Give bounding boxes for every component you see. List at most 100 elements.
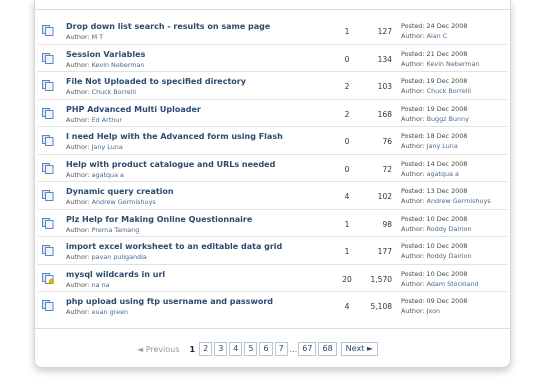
last-post-author-link[interactable]: Kevin Neberman xyxy=(427,60,480,68)
topic-title-link[interactable]: Session Variables xyxy=(66,50,145,59)
last-post-author-label: Author: xyxy=(401,114,425,123)
reply-count: 1 xyxy=(344,27,350,36)
last-post-author-label: Author: xyxy=(401,197,425,205)
last-post-date: Posted: 24 Dec 2008 xyxy=(401,22,468,30)
last-post-author-link[interactable]: Roddy Dairion xyxy=(427,225,472,233)
last-post-date: Posted: 10 Dec 2008 xyxy=(401,269,468,278)
last-post: Posted: 10 Dec 2008 Author: Roddy Dairio… xyxy=(401,215,472,233)
topic-title-link[interactable]: php upload using ftp username and passwo… xyxy=(66,297,273,306)
author-name-link[interactable]: Kevin Neberman xyxy=(92,61,145,69)
last-post-author: Author: Roddy Dairion xyxy=(401,225,472,233)
topic-title-link[interactable]: Dynamic query creation xyxy=(66,187,174,196)
author-name-link[interactable]: euan green xyxy=(92,308,128,316)
last-post-author: Author: Buggz Bunny xyxy=(401,115,469,123)
footer-divider xyxy=(35,328,510,329)
last-post-author-label: Author: xyxy=(401,142,425,150)
author-name-link[interactable]: Prerna Tamang xyxy=(92,226,140,234)
topic-author: Author: Chuck Borrelli xyxy=(66,88,136,96)
last-post-date: Posted: 18 Dec 2008 xyxy=(401,132,468,140)
topic-title-link[interactable]: Plz Help for Making Online Questionnaire xyxy=(66,215,252,224)
last-post: Posted: 18 Dec 2008 Author: Jany Luna xyxy=(401,132,467,150)
last-post-author-link[interactable]: Buggz Bunny xyxy=(427,115,469,123)
author-name-link[interactable]: na na xyxy=(92,281,110,289)
author-label: Author: xyxy=(66,88,90,96)
reply-count: 0 xyxy=(344,137,350,146)
topic-author: Author: na na xyxy=(66,281,110,289)
topic-row: Drop down list search - results on same … xyxy=(38,17,507,45)
last-post-author-label: Author: xyxy=(401,32,425,40)
author-name-link[interactable]: Jany Luna xyxy=(92,143,123,151)
topic-author: Author: Ed Arthur xyxy=(66,116,122,124)
last-post: Posted: 10 Dec 2008 Author: Adam Stockla… xyxy=(401,270,479,288)
last-post-author: Author: Alan C xyxy=(401,32,467,40)
topic-title-link[interactable]: Help with product catalogue and URLs nee… xyxy=(66,160,275,169)
author-name-link[interactable]: Chuck Borrelli xyxy=(92,88,136,96)
topic-title-link[interactable]: File Not Uploaded to specified directory xyxy=(66,77,246,86)
author-name-link[interactable]: Ed Arthur xyxy=(92,116,122,124)
page-button[interactable]: 67 xyxy=(298,342,317,356)
author-label: Author: xyxy=(66,198,90,206)
topic-title-link[interactable]: PHP Advanced Multi Uploader xyxy=(66,105,201,114)
last-post-author-label: Author: xyxy=(401,279,425,288)
page-button[interactable]: 4 xyxy=(229,342,243,356)
author-label: Author: xyxy=(66,308,90,316)
last-post-author-link[interactable]: Adam Stockland xyxy=(427,280,479,288)
topic-author: Author: euan green xyxy=(66,308,128,316)
topic-title-link[interactable]: Drop down list search - results on same … xyxy=(66,22,270,31)
document-icon xyxy=(42,107,54,119)
page-button[interactable]: 6 xyxy=(259,342,273,356)
page-button[interactable]: 68 xyxy=(318,342,337,356)
reply-count: 0 xyxy=(344,164,350,174)
last-post-author: Author: Chuck Borrelli xyxy=(401,87,471,95)
document-icon xyxy=(42,135,54,146)
last-post-author-link[interactable]: Andrew Germishuys xyxy=(427,197,491,205)
last-post-date: Posted: 21 Dec 2008 xyxy=(401,49,468,58)
document-icon xyxy=(42,217,54,229)
tail-page-buttons: 67 68 xyxy=(298,342,338,356)
document-icon xyxy=(42,52,54,64)
topic-author: Author: Jany Luna xyxy=(66,143,123,151)
next-button[interactable]: Next ► xyxy=(340,342,379,356)
topic-rows: Drop down list search - results on same … xyxy=(38,17,507,320)
topic-title-link[interactable]: I need Help with the Advanced form using… xyxy=(66,132,283,141)
author-name-link[interactable]: pavan puligandla xyxy=(92,253,147,261)
view-count: 102 xyxy=(377,192,392,201)
reply-count: 4 xyxy=(344,192,350,201)
page-button[interactable]: 5 xyxy=(244,342,258,356)
last-post-author-link[interactable]: Jxon xyxy=(427,307,440,315)
author-label: Author: xyxy=(66,225,90,234)
topic-title-link[interactable]: import excel worksheet to an editable da… xyxy=(66,242,282,251)
last-post-author-link[interactable]: agatqua a xyxy=(427,170,459,178)
view-count: 98 xyxy=(382,219,392,229)
topic-row: Help with product catalogue and URLs nee… xyxy=(38,155,507,182)
last-post: Posted: 10 Dec 2008 Author: Roddy Dairio… xyxy=(401,242,472,260)
view-count: 1,570 xyxy=(370,274,392,284)
document-icon xyxy=(42,80,54,91)
pagination-ellipsis: ... xyxy=(289,344,298,354)
last-post-author: Author: Jxon xyxy=(401,307,467,315)
last-post-author: Author: Jany Luna xyxy=(401,142,467,150)
last-post: Posted: 14 Dec 2008 Author: agatqua a xyxy=(401,160,467,178)
page-button[interactable]: 7 xyxy=(274,342,288,356)
author-label: Author: xyxy=(66,60,90,69)
author-label: Author: xyxy=(66,115,90,124)
author-name-link[interactable]: M T xyxy=(92,33,103,41)
topic-row: Dynamic query creation Author: Andrew Ge… xyxy=(38,182,507,210)
last-post-author-link[interactable]: Jany Luna xyxy=(427,142,458,150)
last-post-author-link[interactable]: Alan C xyxy=(427,32,448,40)
last-post-author-link[interactable]: Roddy Dairion xyxy=(427,252,472,260)
topic-title-link[interactable]: mysql wildcards in url xyxy=(66,270,165,279)
page-button[interactable]: 3 xyxy=(214,342,228,356)
author-label: Author: xyxy=(66,170,90,179)
reply-count: 1 xyxy=(344,219,350,229)
author-name-link[interactable]: agatqua a xyxy=(92,171,124,179)
last-post: Posted: 13 Dec 2008 Author: Andrew Germi… xyxy=(401,187,491,205)
last-post-author-link[interactable]: Chuck Borrelli xyxy=(427,87,471,95)
topic-row: import excel worksheet to an editable da… xyxy=(38,237,507,265)
author-name-link[interactable]: Andrew Germishuys xyxy=(92,198,156,206)
topic-author: Author: agatqua a xyxy=(66,171,124,179)
page-button[interactable]: 2 xyxy=(199,342,213,356)
last-post-author: Author: Kevin Neberman xyxy=(401,60,479,68)
topic-author: Author: M T xyxy=(66,33,103,41)
topic-row: Plz Help for Making Online Questionnaire… xyxy=(38,210,507,237)
